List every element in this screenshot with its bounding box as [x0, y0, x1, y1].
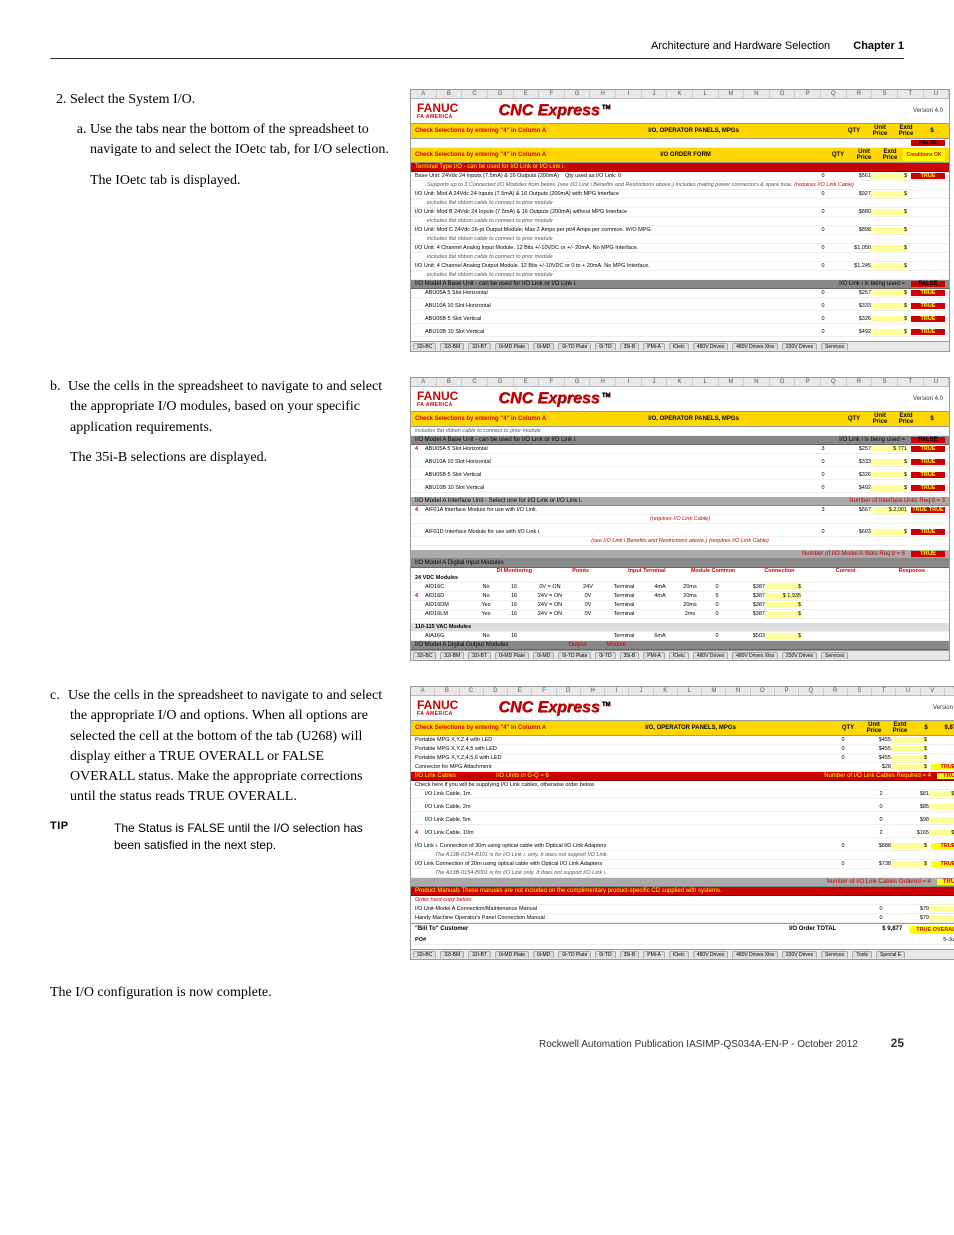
tab-35i-b[interactable]: 35i-B [620, 343, 640, 350]
tab-32i-bc[interactable]: 32i-BC [413, 343, 436, 350]
tab-0i-td[interactable]: 0i-TD [595, 951, 615, 958]
tab-ioetc[interactable]: IOetc [669, 951, 689, 958]
header-chapter: Chapter 1 [853, 40, 904, 52]
fanuc-logo: FANUC [417, 102, 458, 114]
tab-0i-md plate[interactable]: 0i-MD Plate [495, 951, 529, 958]
tab-32i-bm[interactable]: 32i-BM [440, 951, 464, 958]
step-list: Select the System I/O. Use the tabs near… [50, 89, 390, 191]
tab-480v drives xtra[interactable]: 480V Drives Xtra [732, 951, 778, 958]
tab-32i-bm[interactable]: 32i-BM [440, 652, 464, 659]
page-footer: Rockwell Automation Publication IASIMP-Q… [50, 1036, 904, 1050]
tab-32i-bc[interactable]: 32i-BC [413, 951, 436, 958]
page-header: Architecture and Hardware Selection Chap… [50, 40, 904, 52]
tab-0i-md plate[interactable]: 0i-MD Plate [495, 652, 529, 659]
tab-tools[interactable]: Tools [852, 951, 872, 958]
tab-0i-td[interactable]: 0i-TD [595, 343, 615, 350]
tab-35i-b[interactable]: 35i-B [620, 652, 640, 659]
tab-480v drives[interactable]: 480V Drives [693, 951, 728, 958]
header-rule [50, 58, 904, 59]
cnc-express-logo: CNC ExpressTM [498, 102, 610, 120]
overall-status: TRUE OVERALL [910, 926, 954, 934]
tab-pmi-a[interactable]: PMi-A [643, 652, 665, 659]
tab-special e[interactable]: Special E [876, 951, 905, 958]
tab-0i-td plate[interactable]: 0i-TD Plate [558, 652, 591, 659]
fanuc-sub: FA AMERICA [417, 114, 458, 120]
sheet-tabs[interactable]: 32i-BC 32i-BM 32i-BT 0i-MD Plate 0i-MD 0i-TD … [411, 341, 949, 351]
tip-label: TIP [50, 820, 110, 832]
tab-0i-td plate[interactable]: 0i-TD Plate [558, 343, 591, 350]
io-panels-label: I/O, OPERATOR PANELS, MPGs [546, 128, 841, 134]
tab-0i-md[interactable]: 0i-MD [533, 951, 554, 958]
tab-32i-bt[interactable]: 32i-BT [468, 343, 491, 350]
step-2a-followup: The IOetc tab is displayed. [90, 171, 390, 191]
spreadsheet-screenshot-2: ABCDEFGHIJKLMNOPQRSTU FANUC FA AMERICA C… [410, 377, 950, 661]
tab-230v drives[interactable]: 230V Drives [782, 652, 817, 659]
step-2b: b.Use the cells in the spreadsheet to na… [50, 377, 390, 438]
tab-ioetc[interactable]: IOetc [669, 652, 689, 659]
tab-0i-td plate[interactable]: 0i-TD Plate [558, 951, 591, 958]
tab-pmi-a[interactable]: PMi-A [643, 343, 665, 350]
step-2: Select the System I/O. Use the tabs near… [70, 89, 390, 191]
tab-32i-bc[interactable]: 32i-BC [413, 652, 436, 659]
tab-32i-bt[interactable]: 32i-BT [468, 951, 491, 958]
sel4-label: Check Selections by entering "4" in Colu… [415, 128, 546, 134]
tab-ioetc[interactable]: IOetc [669, 343, 689, 350]
step-2c: c.Use the cells in the spreadsheet to na… [50, 686, 390, 808]
version-text: Version 4.0 [913, 108, 943, 114]
conditions-ok-box: Conditions OK [903, 149, 945, 161]
tab-480v drives xtra[interactable]: 480V Drives Xtra [732, 343, 778, 350]
tab-services[interactable]: Services [821, 652, 848, 659]
tab-230v drives[interactable]: 230V Drives [782, 343, 817, 350]
tip-text: The Status is FALSE until the I/O select… [114, 820, 374, 854]
tab-35i-b[interactable]: 35i-B [620, 951, 640, 958]
tab-480v drives xtra[interactable]: 480V Drives Xtra [732, 652, 778, 659]
tab-0i-td[interactable]: 0i-TD [595, 652, 615, 659]
footer-page: 25 [891, 1036, 904, 1050]
terminal-type-header: Terminal Type I/O - can be used for I/O … [411, 163, 949, 172]
step-2a: Use the tabs near the bottom of the spre… [90, 120, 390, 161]
header-title: Architecture and Hardware Selection [651, 40, 830, 52]
column-letters: ABCDEFGHIJKLMNOPQRSTU [411, 90, 949, 99]
tab-0i-md[interactable]: 0i-MD [533, 652, 554, 659]
tab-230v drives[interactable]: 230V Drives [782, 951, 817, 958]
tab-480v drives[interactable]: 480V Drives [693, 652, 728, 659]
tab-0i-md[interactable]: 0i-MD [533, 343, 554, 350]
tab-0i-md plate[interactable]: 0i-MD Plate [495, 343, 529, 350]
spreadsheet-screenshot-1: ABCDEFGHIJKLMNOPQRSTU FANUC FA AMERICA C… [410, 89, 950, 352]
tab-services[interactable]: Services [821, 343, 848, 350]
tab-services[interactable]: Services [821, 951, 848, 958]
tab-480v drives[interactable]: 480V Drives [693, 343, 728, 350]
footer-pub: Rockwell Automation Publication IASIMP-Q… [539, 1039, 858, 1050]
step-2b-followup: The 35i-B selections are displayed. [70, 448, 390, 468]
tab-32i-bm[interactable]: 32i-BM [440, 343, 464, 350]
tip-block: TIP The Status is FALSE until the I/O se… [50, 820, 390, 854]
final-line: The I/O configuration is now complete. [50, 985, 904, 1001]
spreadsheet-screenshot-3: ABCDEFGHIJKLMNOPQRSTUVW FANUC FA AMERICA… [410, 686, 954, 960]
tab-32i-bt[interactable]: 32i-BT [468, 652, 491, 659]
tab-pmi-a[interactable]: PMi-A [643, 951, 665, 958]
